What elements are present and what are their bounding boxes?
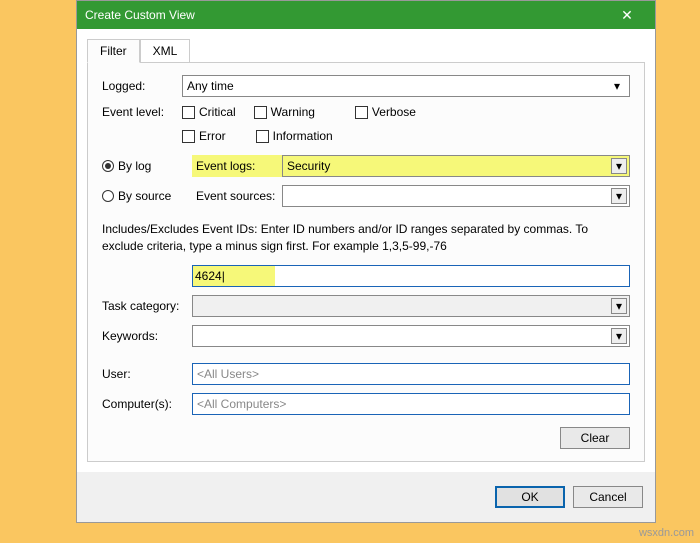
close-icon[interactable]: ✕ xyxy=(607,7,647,24)
by-log-row: By log Event logs: Security ▾ xyxy=(102,155,630,177)
chevron-down-icon: ▾ xyxy=(611,188,627,204)
user-row: User: <All Users> xyxy=(102,363,630,385)
clear-row: Clear xyxy=(102,427,630,449)
chk-error[interactable]: Error xyxy=(182,129,226,143)
chk-verbose[interactable]: Verbose xyxy=(355,105,416,119)
chevron-down-icon: ▾ xyxy=(611,298,627,314)
filter-panel: Logged: Any time ▾ Event level: Critical… xyxy=(87,62,645,462)
chk-critical[interactable]: Critical xyxy=(182,105,236,119)
event-ids-row: 4624| xyxy=(102,265,630,287)
logged-dropdown[interactable]: Any time ▾ xyxy=(182,75,630,97)
chevron-down-icon: ▾ xyxy=(611,158,627,174)
checkbox-icon xyxy=(182,106,195,119)
logged-row: Logged: Any time ▾ xyxy=(102,75,630,97)
radio-checked-icon xyxy=(102,160,114,172)
keywords-label: Keywords: xyxy=(102,329,192,343)
computers-input[interactable]: <All Computers> xyxy=(192,393,630,415)
radio-by-source[interactable]: By source xyxy=(102,189,192,203)
footer: OK Cancel xyxy=(77,472,655,522)
ok-button[interactable]: OK xyxy=(495,486,565,508)
by-source-row: By source Event sources: ▾ xyxy=(102,185,630,207)
computers-value: <All Computers> xyxy=(197,397,286,411)
event-sources-label: Event sources: xyxy=(192,185,282,207)
event-level-row: Event level: Critical Warning Verbose Er… xyxy=(102,105,630,143)
task-category-label: Task category: xyxy=(102,299,192,313)
window-title: Create Custom View xyxy=(85,8,195,22)
chk-information[interactable]: Information xyxy=(256,129,333,143)
keywords-dropdown[interactable]: ▾ xyxy=(192,325,630,347)
computers-row: Computer(s): <All Computers> xyxy=(102,393,630,415)
keywords-row: Keywords: ▾ xyxy=(102,325,630,347)
instruction-text: Includes/Excludes Event IDs: Enter ID nu… xyxy=(102,221,630,255)
task-category-row: Task category: ▾ xyxy=(102,295,630,317)
event-logs-label: Event logs: xyxy=(192,155,282,177)
checkbox-icon xyxy=(355,106,368,119)
user-input[interactable]: <All Users> xyxy=(192,363,630,385)
titlebar: Create Custom View ✕ xyxy=(77,1,655,29)
content-area: Filter XML Logged: Any time ▾ Event leve… xyxy=(77,29,655,522)
event-logs-value: Security xyxy=(287,159,330,173)
chk-warning[interactable]: Warning xyxy=(254,105,315,119)
checkbox-icon xyxy=(256,130,269,143)
clear-button[interactable]: Clear xyxy=(560,427,630,449)
event-logs-dropdown[interactable]: Security ▾ xyxy=(282,155,630,177)
tab-xml[interactable]: XML xyxy=(140,39,191,62)
tab-filter[interactable]: Filter xyxy=(87,39,140,63)
radio-by-log[interactable]: By log xyxy=(102,159,192,173)
checkbox-icon xyxy=(254,106,267,119)
watermark: wsxdn.com xyxy=(639,527,694,539)
event-level-label: Event level: xyxy=(102,105,182,119)
tab-strip: Filter XML xyxy=(87,39,645,63)
event-ids-value: 4624 xyxy=(195,269,222,283)
chevron-down-icon: ▾ xyxy=(609,78,625,94)
cancel-button[interactable]: Cancel xyxy=(573,486,643,508)
dialog-window: Create Custom View ✕ Filter XML Logged: … xyxy=(76,0,656,523)
logged-label: Logged: xyxy=(102,79,182,93)
logged-value: Any time xyxy=(187,79,234,93)
user-label: User: xyxy=(102,367,192,381)
computers-label: Computer(s): xyxy=(102,397,192,411)
chevron-down-icon: ▾ xyxy=(611,328,627,344)
event-sources-dropdown[interactable]: ▾ xyxy=(282,185,630,207)
user-value: <All Users> xyxy=(197,367,259,381)
event-ids-input[interactable]: 4624| xyxy=(192,265,630,287)
radio-icon xyxy=(102,190,114,202)
checkbox-icon xyxy=(182,130,195,143)
task-category-dropdown[interactable]: ▾ xyxy=(192,295,630,317)
